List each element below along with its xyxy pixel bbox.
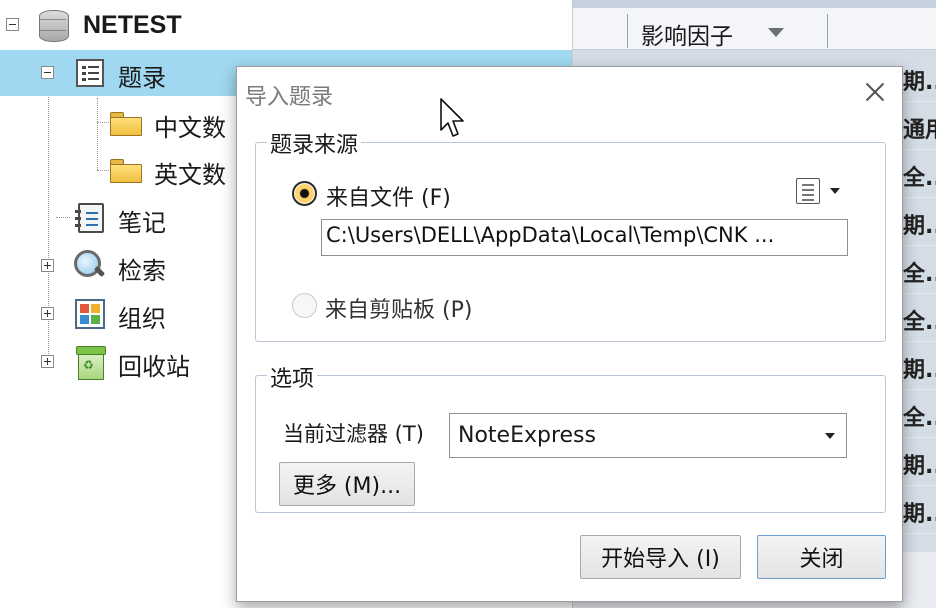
tree-item-label: 回收站 <box>118 353 190 381</box>
close-button[interactable]: 关闭 <box>757 535 886 579</box>
table-cell: 通用 <box>903 118 936 143</box>
filter-select[interactable]: NoteExpress <box>449 413 847 458</box>
table-cell: 期... <box>903 454 936 479</box>
tree-item-notes[interactable]: 笔记 <box>0 195 236 241</box>
more-button[interactable]: 更多 (M)... <box>279 462 415 506</box>
expand-toggle-icon[interactable] <box>41 307 54 320</box>
file-path-input[interactable]: C:\Users\DELL\AppData\Local\Temp\CNK ... <box>321 219 848 256</box>
file-list-dropdown-button[interactable] <box>796 178 844 206</box>
start-import-button[interactable]: 开始导入 (I) <box>580 535 741 579</box>
tree-item-label: 检索 <box>118 257 166 285</box>
source-group-label: 题录来源 <box>267 127 362 159</box>
collapse-toggle-icon[interactable] <box>6 18 19 31</box>
tree-item-recycle-bin[interactable]: ♻ 回收站 <box>0 339 236 385</box>
tree-root-label: NETEST <box>83 11 182 39</box>
options-group-label: 选项 <box>267 361 318 393</box>
tree-item-organize[interactable]: 组织 <box>0 291 236 337</box>
dialog-title: 导入题录 <box>245 85 334 110</box>
tree-item-search[interactable]: 检索 <box>0 243 236 289</box>
from-clipboard-label[interactable]: 来自剪贴板 (P) <box>325 292 472 324</box>
grid-column-header[interactable]: 影响因子 <box>573 8 936 50</box>
recycle-bin-icon: ♻ <box>76 346 106 380</box>
folder-icon <box>110 159 142 183</box>
filter-label: 当前过滤器 (T) <box>283 422 424 446</box>
tree-item-label: 题录 <box>118 64 166 92</box>
list-icon <box>76 59 104 87</box>
table-cell: 全... <box>903 262 936 287</box>
mouse-pointer-icon <box>440 98 464 137</box>
tree-item-label: 组织 <box>118 305 166 333</box>
from-file-radio[interactable] <box>292 181 317 206</box>
notebook-icon <box>75 203 104 233</box>
organize-icon <box>75 299 105 329</box>
table-cell: 全... <box>903 166 936 191</box>
expand-toggle-icon[interactable] <box>41 355 54 368</box>
tree-item-label: 中文数 <box>154 114 226 142</box>
column-separator[interactable] <box>627 14 628 48</box>
tree-item-label: 笔记 <box>118 209 166 237</box>
chevron-down-icon <box>830 188 840 194</box>
from-file-label[interactable]: 来自文件 (F) <box>326 180 451 212</box>
chevron-down-icon <box>825 433 835 439</box>
tree-root-netest[interactable]: NETEST <box>0 2 572 48</box>
table-cell: 期... <box>903 502 936 527</box>
table-cell: 全... <box>903 310 936 335</box>
table-cell: 期... <box>903 70 936 95</box>
from-clipboard-radio[interactable] <box>292 293 317 318</box>
table-cell: 期... <box>903 358 936 383</box>
tree-item-label: 英文数 <box>154 161 226 189</box>
collapse-toggle-icon[interactable] <box>41 66 54 79</box>
close-icon[interactable] <box>855 73 895 111</box>
magnifier-icon <box>74 250 104 280</box>
filter-select-value: NoteExpress <box>458 423 596 448</box>
column-separator[interactable] <box>827 14 828 48</box>
expand-toggle-icon[interactable] <box>41 259 54 272</box>
folder-icon <box>110 112 142 136</box>
table-cell: 全... <box>903 406 936 431</box>
tree-item-chinese-db[interactable]: 中文数 <box>0 100 240 146</box>
document-icon <box>796 178 820 204</box>
column-sort-arrow-icon[interactable] <box>768 28 784 37</box>
table-cell: 期... <box>903 214 936 239</box>
tree-item-english-db[interactable]: 英文数 <box>0 147 240 193</box>
database-icon <box>39 10 69 42</box>
column-title-impact-factor[interactable]: 影响因子 <box>641 17 733 51</box>
grid-top-bar <box>573 0 936 8</box>
import-references-dialog: 导入题录 题录来源 来自文件 (F) C:\Users\DELL\AppData… <box>236 66 903 602</box>
